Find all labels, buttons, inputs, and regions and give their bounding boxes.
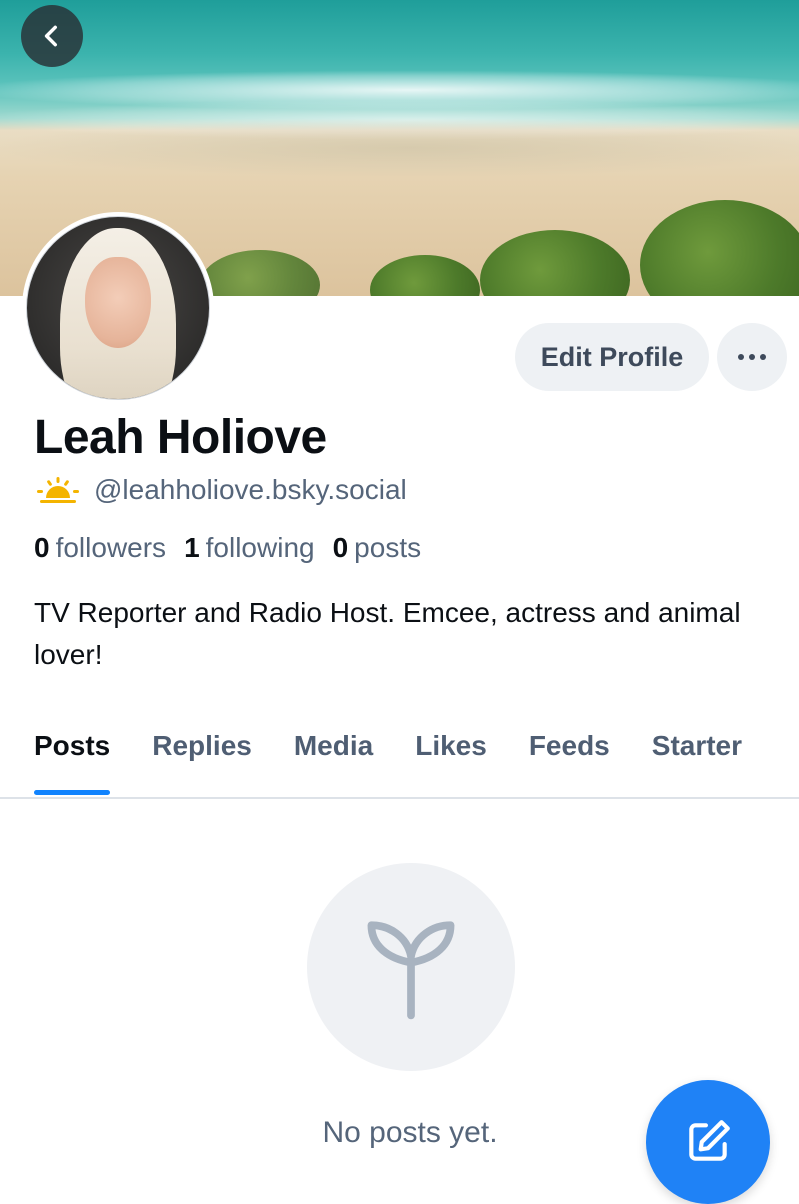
banner-wet-sand	[0, 118, 799, 178]
tab-label: Media	[293, 730, 374, 761]
followers-label: followers	[55, 532, 167, 563]
tab-media[interactable]: Media	[294, 730, 373, 762]
posts-stat: 0 posts	[333, 532, 422, 564]
tab-posts[interactable]: Posts	[34, 730, 111, 795]
edit-profile-button[interactable]: Edit Profile	[515, 323, 709, 391]
chevron-left-icon	[44, 25, 57, 47]
following-count: 1	[184, 532, 200, 563]
banner-bush	[480, 230, 630, 296]
empty-state-icon-circle	[307, 863, 515, 1071]
tabs-divider	[0, 797, 799, 799]
followers-stat[interactable]: 0 followers	[34, 532, 166, 564]
avatar-photo	[26, 216, 210, 400]
tab-starter-packs[interactable]: Starter	[652, 730, 742, 762]
seedling-icon	[367, 921, 455, 1020]
profile-stats: 0 followers 1 following 0 posts	[34, 532, 421, 564]
back-button[interactable]	[21, 5, 83, 67]
sunrise-emoji-icon	[37, 477, 79, 503]
tab-label: Replies	[152, 730, 252, 761]
more-options-button[interactable]	[717, 323, 787, 391]
tab-replies[interactable]: Replies	[152, 730, 252, 762]
posts-count: 0	[332, 532, 349, 563]
profile-bio: TV Reporter and Radio Host. Emcee, actre…	[34, 597, 741, 670]
following-label: following	[205, 532, 315, 563]
banner-bush	[200, 250, 320, 296]
handle: @leahholiove.bsky.social	[94, 474, 407, 505]
tab-label: Feeds	[528, 730, 610, 761]
handle-row: @leahholiove.bsky.social	[36, 474, 407, 506]
tab-likes[interactable]: Likes	[415, 730, 487, 762]
tab-label: Starter	[651, 730, 743, 761]
compose-icon	[689, 1120, 730, 1161]
profile-tabs: Posts Replies Media Likes Feeds Starter	[34, 730, 784, 795]
following-stat[interactable]: 1 following	[184, 532, 315, 564]
avatar[interactable]	[22, 212, 214, 404]
compose-button[interactable]	[646, 1080, 770, 1204]
banner-bush	[370, 255, 480, 296]
tab-feeds[interactable]: Feeds	[529, 730, 610, 762]
tab-label: Likes	[415, 730, 487, 761]
tab-label: Posts	[34, 730, 111, 761]
posts-label: posts	[354, 532, 422, 563]
ellipsis-icon	[749, 354, 755, 360]
avatar-face	[85, 257, 151, 349]
ellipsis-icon	[738, 354, 744, 360]
active-tab-indicator	[34, 790, 111, 795]
ellipsis-icon	[760, 354, 766, 360]
followers-count: 0	[34, 532, 50, 563]
banner-bush	[640, 200, 799, 296]
display-name: Leah Holiove	[34, 411, 327, 464]
